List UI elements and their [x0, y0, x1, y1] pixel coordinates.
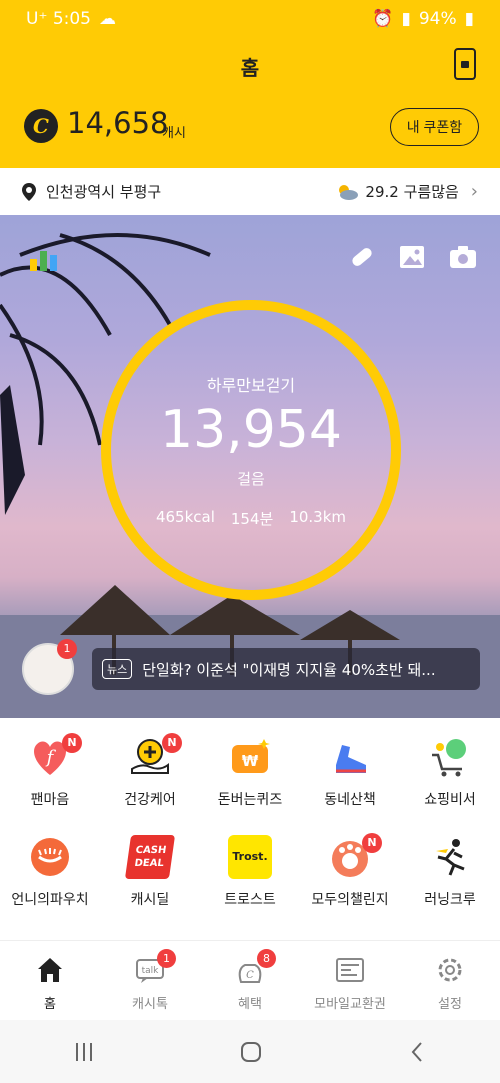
location-bar[interactable]: 인천광역시 부평구 29.2 구름많음 ›	[0, 168, 500, 215]
new-badge: N	[62, 733, 82, 753]
menu-label: 언니의파우치	[11, 892, 89, 908]
quiz-coin-icon: ₩	[232, 739, 270, 773]
voucher-icon	[336, 958, 364, 982]
menu-label: 쇼핑비서	[424, 792, 476, 808]
cash-amount[interactable]: 14,658	[67, 106, 168, 140]
status-time: U⁺ 5:05	[26, 9, 91, 29]
tab-label: 설정	[438, 997, 462, 1012]
new-badge: N	[362, 833, 382, 853]
step-counter: 하루만보걷기 13,954 걸음 465kcal 154분 10.3km	[101, 300, 401, 600]
tab-cashtalk[interactable]: talk 1 캐시톡	[100, 941, 200, 1020]
menu-label: 돈버는퀴즈	[217, 792, 283, 808]
news-ticker[interactable]: 뉴스 단일화? 이준석 "이재명 지지율 40%초반 돼...	[92, 648, 480, 690]
battery-percent: 94%	[418, 9, 457, 29]
tab-home[interactable]: 홈	[0, 941, 100, 1020]
menu-label: 러닝크루	[424, 892, 476, 908]
eye-lash-icon	[31, 838, 69, 876]
menu-label: 건강케어	[124, 792, 176, 808]
menu-item-trost[interactable]: Trost. 트로스트	[200, 835, 300, 909]
page-title: 홈	[240, 56, 260, 80]
weather-text: 29.2 구름많음	[365, 183, 459, 201]
cash-unit: 캐시	[162, 126, 186, 141]
gear-icon	[438, 958, 462, 982]
bottom-tab-bar: 홈 talk 1 캐시톡 C 8 혜택 모바일교환권 설정	[0, 940, 500, 1020]
tab-label: 캐시톡	[132, 997, 168, 1012]
svg-text:C: C	[246, 970, 254, 981]
menu-item-fanmaeum[interactable]: f N 팬마음	[0, 733, 100, 809]
step-label: 하루만보걷기	[206, 376, 296, 395]
step-count: 13,954	[160, 400, 342, 460]
band-aid-icon[interactable]	[348, 243, 376, 271]
tab-label: 혜택	[238, 997, 262, 1012]
kcal-value: 465kcal	[155, 508, 215, 526]
menu-item-running-crew[interactable]: 러닝크루	[400, 835, 500, 909]
menu-item-health-care[interactable]: N 건강케어	[100, 733, 200, 809]
cloudy-weather-icon	[339, 184, 359, 200]
menu-item-shopping-assistant[interactable]: 쇼핑비서	[400, 735, 500, 809]
coupon-box-button[interactable]: 내 쿠폰함	[390, 108, 479, 146]
location-pin-icon	[22, 182, 36, 201]
cash-coin-icon: C	[24, 109, 58, 143]
chevron-right-icon: ›	[470, 181, 478, 202]
home-button-icon[interactable]	[239, 1040, 263, 1064]
home-icon	[38, 958, 62, 982]
menu-label: 트로스트	[224, 892, 276, 908]
news-headline: 단일화? 이준석 "이재명 지지율 40%초반 돼...	[142, 660, 436, 679]
distance-value: 10.3km	[289, 508, 347, 526]
tab-settings[interactable]: 설정	[400, 941, 500, 1020]
image-icon[interactable]	[398, 243, 426, 271]
news-tag: 뉴스	[102, 659, 133, 679]
svg-text:₩: ₩	[242, 752, 259, 770]
trost-logo-icon: Trost.	[228, 835, 272, 879]
tab-badge: 8	[257, 949, 276, 968]
step-hero-panel: 하루만보걷기 13,954 걸음 465kcal 154분 10.3km 1 뉴…	[0, 215, 500, 718]
menu-label: 동네산책	[324, 792, 376, 808]
tab-label: 모바일교환권	[314, 997, 386, 1012]
recents-icon[interactable]	[72, 1041, 96, 1063]
lock-screen-icon[interactable]	[454, 48, 476, 80]
cash-deal-icon: CASH DEAL	[124, 835, 176, 879]
camera-icon[interactable]	[448, 243, 478, 271]
menu-item-money-quiz[interactable]: ₩ 돈버는퀴즈	[200, 735, 300, 809]
tab-benefits[interactable]: C 8 혜택	[200, 941, 300, 1020]
sneaker-icon	[336, 745, 366, 773]
tab-badge: 1	[157, 949, 176, 968]
alarm-icon: ⏰	[372, 9, 394, 29]
menu-label: 캐시딜	[130, 892, 170, 908]
stats-chart-icon[interactable]	[28, 243, 60, 273]
menu-item-neighborhood-walk[interactable]: 동네산책	[300, 735, 400, 809]
battery-icon: ▮	[464, 9, 474, 29]
tab-mobile-voucher[interactable]: 모바일교환권	[300, 941, 400, 1020]
step-unit: 걸음	[237, 470, 265, 488]
tab-label: 홈	[44, 997, 56, 1012]
status-bar: U⁺ 5:05 ☁ ⏰ ▮ 94% ▮	[0, 0, 500, 38]
system-nav-bar	[0, 1020, 500, 1083]
svg-text:talk: talk	[142, 966, 160, 976]
shopping-cart-icon	[432, 739, 466, 777]
runner-icon	[436, 839, 465, 876]
minutes-value: 154분	[230, 510, 274, 528]
weather-info[interactable]: 29.2 구름많음 ›	[335, 181, 478, 202]
new-badge: N	[162, 733, 182, 753]
menu-item-cash-deal[interactable]: CASH DEAL 캐시딜	[100, 835, 200, 909]
notification-icon: ☁	[99, 9, 116, 29]
menu-item-sisters-pouch[interactable]: 언니의파우치	[0, 835, 100, 909]
menu-label: 모두의챌린지	[311, 892, 389, 908]
back-icon[interactable]	[406, 1040, 428, 1064]
menu-label: 팬마음	[30, 792, 70, 808]
menu-item-everyone-challenge[interactable]: N 모두의챌린지	[300, 833, 400, 909]
signal-icon: ▮	[401, 9, 411, 29]
news-badge: 1	[57, 639, 77, 659]
app-header: 홈 C 14,658 캐시 내 쿠폰함	[0, 38, 500, 168]
location-name: 인천광역시 부평구	[46, 183, 162, 201]
